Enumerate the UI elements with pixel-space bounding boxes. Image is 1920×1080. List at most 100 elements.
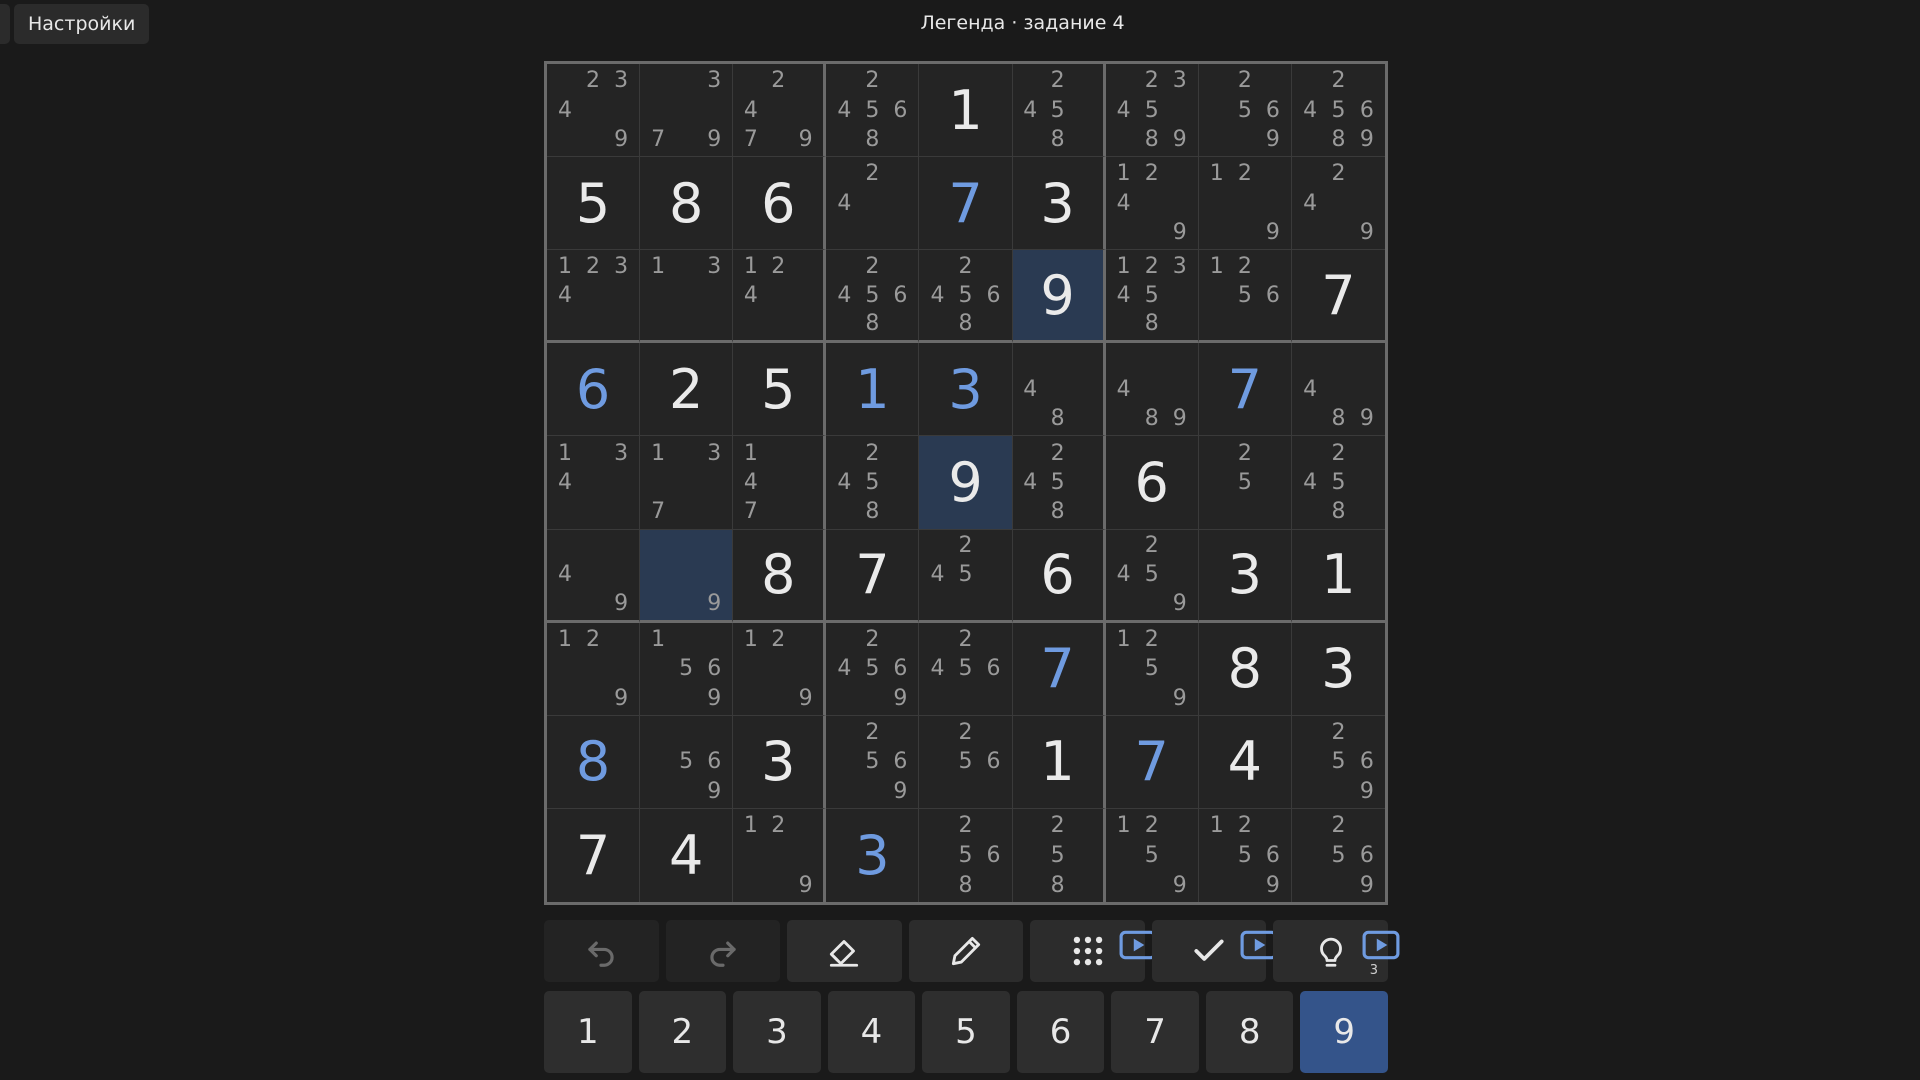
sudoku-cell[interactable]: 3 bbox=[1012, 157, 1106, 251]
sudoku-cell[interactable]: 48 bbox=[1012, 343, 1106, 437]
sudoku-cell[interactable]: 2459 bbox=[1105, 529, 1199, 623]
number-button-2[interactable]: 2 bbox=[638, 991, 727, 1073]
sudoku-cell[interactable]: 1 3 7 bbox=[640, 436, 734, 530]
sudoku-cell[interactable]: 24568 bbox=[826, 64, 920, 158]
note-digit: 2 bbox=[958, 813, 973, 839]
number-button-1[interactable]: 1 bbox=[544, 991, 632, 1073]
notes-button[interactable] bbox=[908, 920, 1024, 982]
note-digit: 6 bbox=[1265, 842, 1280, 868]
sudoku-cell[interactable]: 24568 bbox=[919, 250, 1013, 344]
sudoku-cell[interactable]: 4 bbox=[1198, 715, 1292, 809]
sudoku-cell[interactable]: 24 7 9 bbox=[733, 64, 827, 158]
sudoku-cell[interactable]: 1 bbox=[826, 343, 920, 437]
number-button-6[interactable]: 6 bbox=[1016, 991, 1105, 1073]
sudoku-cell[interactable]: 2 bbox=[640, 343, 734, 437]
sudoku-cell[interactable]: 6 bbox=[1012, 529, 1106, 623]
number-button-8[interactable]: 8 bbox=[1205, 991, 1294, 1073]
sudoku-cell[interactable]: 1 4 7 bbox=[733, 436, 827, 530]
sudoku-cell[interactable]: 123 45 8 bbox=[1105, 250, 1199, 344]
sudoku-cell[interactable]: 3 bbox=[919, 343, 1013, 437]
sudoku-cell[interactable]: 12 56 9 bbox=[1198, 808, 1292, 902]
sudoku-cell[interactable]: 124 9 bbox=[1105, 157, 1199, 251]
sudoku-cell[interactable]: 6 bbox=[1105, 436, 1199, 530]
undo-button[interactable] bbox=[544, 920, 659, 982]
note-digit bbox=[886, 218, 914, 247]
sudoku-cell[interactable]: 8 bbox=[547, 715, 641, 809]
sudoku-cell[interactable]: 23 4 9 bbox=[547, 64, 641, 158]
sudoku-cell[interactable]: 2 56 9 bbox=[826, 715, 920, 809]
sudoku-cell[interactable]: 7 bbox=[1291, 250, 1385, 344]
number-button-4[interactable]: 4 bbox=[827, 991, 916, 1073]
sudoku-cell[interactable]: 49 bbox=[547, 529, 641, 623]
sudoku-cell[interactable]: 2 56 bbox=[919, 715, 1013, 809]
sudoku-cell[interactable]: 3 bbox=[1198, 529, 1292, 623]
sudoku-cell[interactable]: 7 bbox=[1198, 343, 1292, 437]
sudoku-cell[interactable]: 3 bbox=[826, 808, 920, 902]
sudoku-cell[interactable]: 8 bbox=[640, 157, 734, 251]
sudoku-cell[interactable]: 2 56 9 bbox=[1291, 715, 1385, 809]
sudoku-cell[interactable]: 7 bbox=[1012, 622, 1106, 716]
sudoku-cell[interactable]: 2456 bbox=[919, 622, 1013, 716]
sudoku-cell[interactable]: 9 bbox=[1012, 250, 1106, 344]
sudoku-cell[interactable]: 245 bbox=[919, 529, 1013, 623]
sudoku-cell[interactable]: 9 bbox=[640, 529, 734, 623]
sudoku-cell[interactable]: 245 8 bbox=[1012, 436, 1106, 530]
sudoku-cell[interactable]: 3 bbox=[1291, 622, 1385, 716]
sudoku-cell[interactable]: 2 56 9 bbox=[1198, 64, 1292, 158]
sudoku-cell[interactable]: 8 bbox=[1198, 622, 1292, 716]
sudoku-cell[interactable]: 5 bbox=[547, 157, 641, 251]
hint-button[interactable]: 3 bbox=[1273, 920, 1400, 982]
sudoku-cell[interactable]: 9 bbox=[919, 436, 1013, 530]
sudoku-cell[interactable]: 1 bbox=[919, 64, 1013, 158]
sudoku-cell[interactable]: 7 bbox=[826, 529, 920, 623]
sudoku-cell[interactable]: 1 bbox=[1012, 715, 1106, 809]
sudoku-cell[interactable]: 2456 9 bbox=[826, 622, 920, 716]
sudoku-cell[interactable]: 12 59 bbox=[1105, 808, 1199, 902]
sudoku-cell[interactable]: 2 568 bbox=[919, 808, 1013, 902]
sudoku-cell[interactable]: 245 8 bbox=[1291, 436, 1385, 530]
sudoku-cell[interactable]: 489 bbox=[1291, 343, 1385, 437]
sudoku-cell[interactable]: 3 7 9 bbox=[640, 64, 734, 158]
sudoku-cell[interactable]: 1 bbox=[1291, 529, 1385, 623]
sudoku-cell[interactable]: 4 bbox=[640, 808, 734, 902]
sudoku-cell[interactable]: 12 59 bbox=[1105, 622, 1199, 716]
sudoku-cell[interactable]: 12 9 bbox=[1198, 157, 1292, 251]
sudoku-cell[interactable]: 8 bbox=[733, 529, 827, 623]
sudoku-cell[interactable]: 5 bbox=[733, 343, 827, 437]
auto-notes-button[interactable] bbox=[1030, 920, 1157, 982]
sudoku-cell[interactable]: 2 56 9 bbox=[1291, 808, 1385, 902]
sudoku-cell[interactable]: 12 9 bbox=[547, 622, 641, 716]
check-button[interactable] bbox=[1151, 920, 1278, 982]
redo-button[interactable] bbox=[665, 920, 781, 982]
sudoku-cell[interactable]: 245 8 bbox=[826, 436, 920, 530]
sudoku-cell[interactable]: 245689 bbox=[1291, 64, 1385, 158]
number-button-7[interactable]: 7 bbox=[1111, 991, 1199, 1073]
sudoku-cell[interactable]: 12 9 bbox=[733, 808, 827, 902]
sudoku-cell[interactable]: 2 5 8 bbox=[1012, 808, 1106, 902]
sudoku-cell[interactable]: 56 9 bbox=[640, 715, 734, 809]
erase-button[interactable] bbox=[787, 920, 902, 982]
sudoku-cell[interactable]: 1256 bbox=[1198, 250, 1292, 344]
sudoku-cell[interactable]: 1 3 4 bbox=[547, 436, 641, 530]
sudoku-cell[interactable]: 7 bbox=[919, 157, 1013, 251]
sudoku-cell[interactable]: 123 4 bbox=[547, 250, 641, 344]
sudoku-cell[interactable]: 3 bbox=[733, 715, 827, 809]
sudoku-cell[interactable]: 7 bbox=[547, 808, 641, 902]
sudoku-cell[interactable]: 6 bbox=[547, 343, 641, 437]
sudoku-cell[interactable]: 124 bbox=[733, 250, 827, 344]
sudoku-cell[interactable]: 25 bbox=[1198, 436, 1292, 530]
sudoku-cell[interactable]: 245 8 bbox=[1012, 64, 1106, 158]
sudoku-cell[interactable]: 24 bbox=[826, 157, 920, 251]
sudoku-cell[interactable]: 23 45 89 bbox=[1105, 64, 1199, 158]
number-button-9[interactable]: 9 bbox=[1300, 991, 1388, 1073]
sudoku-cell[interactable]: 24568 bbox=[826, 250, 920, 344]
sudoku-cell[interactable]: 1569 bbox=[640, 622, 734, 716]
sudoku-cell[interactable]: 12 9 bbox=[733, 622, 827, 716]
sudoku-cell[interactable]: 7 bbox=[1105, 715, 1199, 809]
sudoku-cell[interactable]: 24 9 bbox=[1291, 157, 1385, 251]
sudoku-cell[interactable]: 6 bbox=[733, 157, 827, 251]
sudoku-cell[interactable]: 13 bbox=[640, 250, 734, 344]
number-button-5[interactable]: 5 bbox=[922, 991, 1010, 1073]
number-button-3[interactable]: 3 bbox=[733, 991, 821, 1073]
sudoku-cell[interactable]: 489 bbox=[1105, 343, 1199, 437]
